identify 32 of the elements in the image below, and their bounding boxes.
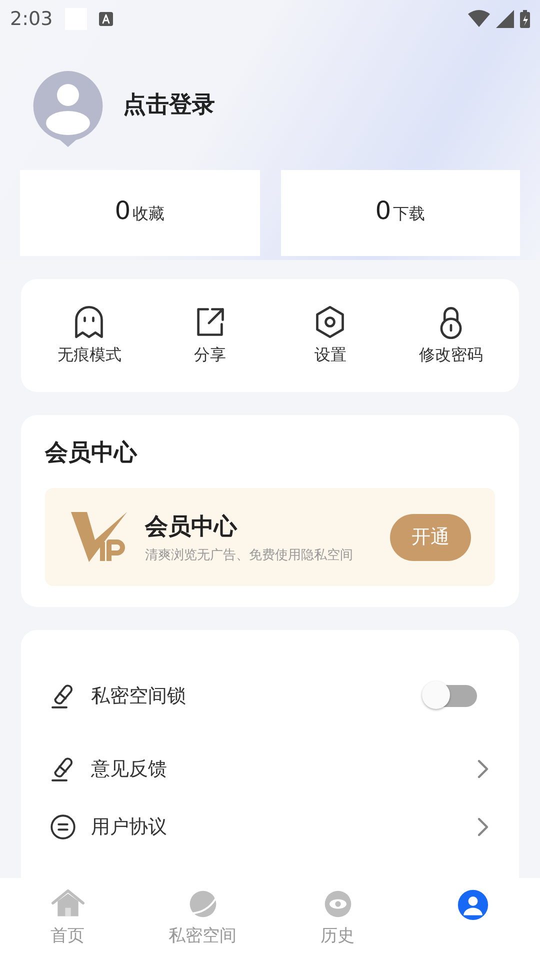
stat-count: 0 [114, 196, 131, 225]
settings-label: 意见反馈 [91, 757, 167, 782]
stat-card[interactable]: 0 收藏 [20, 170, 260, 256]
document-icon [49, 813, 77, 841]
vip-logo-icon [71, 512, 127, 562]
vip-banner[interactable]: 会员中心 清爽浏览无广告、免费使用隐私空间 开通 [45, 488, 495, 586]
user-icon [456, 888, 490, 920]
keyboard-icon [98, 12, 113, 26]
settings-label: 私密空间锁 [91, 684, 186, 709]
stat-count: 0 [375, 196, 392, 225]
stat-card[interactable]: 0 下载 [280, 170, 520, 256]
stat-label: 收藏 [132, 204, 165, 225]
login-link[interactable]: 点击登录 [123, 88, 215, 120]
action-button[interactable]: 修改密码 [396, 305, 506, 366]
action-button[interactable]: 无痕模式 [34, 305, 144, 366]
battery-icon [520, 10, 530, 28]
wifi-icon [468, 10, 490, 28]
chevron-right-icon [477, 817, 489, 837]
avatar-icon [33, 71, 103, 147]
banner-subtitle: 清爽浏览无广告、免费使用隐私空间 [145, 546, 354, 564]
settings-row[interactable]: 用户协议 [49, 798, 491, 856]
action-button[interactable]: 设置 [275, 305, 386, 366]
chevron-right-icon [477, 759, 489, 779]
settings-row[interactable]: 私密空间锁 [49, 667, 491, 725]
banner-title: 会员中心 [145, 512, 238, 542]
signal-icon [496, 10, 514, 28]
action-button[interactable]: 分享 [154, 305, 265, 366]
stat-label: 下载 [393, 204, 426, 225]
section-title: 会员中心 [45, 439, 138, 468]
status-time: 2:03 [10, 8, 53, 30]
settings-row[interactable]: 意见反馈 [49, 740, 491, 798]
settings-label: 用户协议 [91, 815, 167, 840]
